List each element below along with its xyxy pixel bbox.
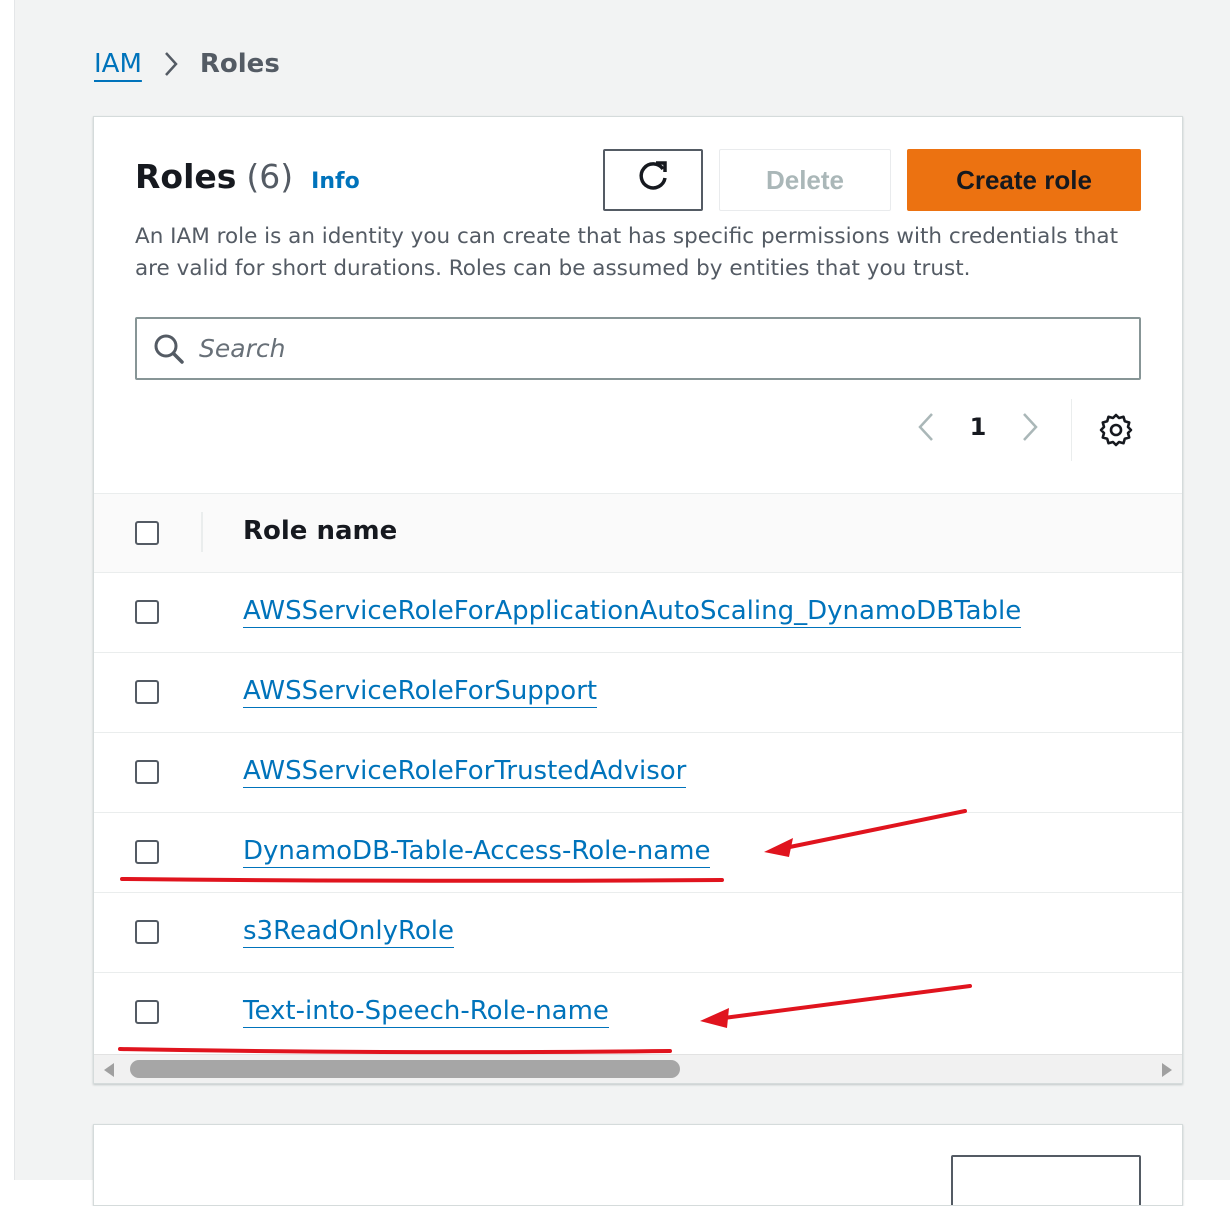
row-checkbox[interactable]: [135, 600, 159, 624]
search-box: [135, 317, 1141, 380]
table-row: AWSServiceRoleForApplicationAutoScaling_…: [94, 573, 1182, 653]
row-checkbox[interactable]: [135, 760, 159, 784]
roles-table: Role name AWSServiceRoleForApplicationAu…: [94, 493, 1182, 1052]
role-name-link[interactable]: AWSServiceRoleForTrustedAdvisor: [243, 755, 687, 788]
column-header-role-name[interactable]: Role name: [243, 516, 397, 546]
scroll-left-arrow-icon[interactable]: [104, 1062, 116, 1081]
table-row: Text-into-Speech-Role-name: [94, 973, 1182, 1052]
title-text: Roles: [135, 157, 237, 196]
info-link[interactable]: Info: [311, 169, 360, 194]
breadcrumb-current: Roles: [199, 49, 280, 79]
table-header: Role name: [94, 493, 1182, 573]
role-name-link[interactable]: AWSServiceRoleForSupport: [243, 675, 598, 708]
select-all-checkbox[interactable]: [135, 521, 159, 545]
page-title: Roles (6) Info: [135, 157, 360, 196]
row-checkbox[interactable]: [135, 920, 159, 944]
role-name-link[interactable]: DynamoDB-Table-Access-Role-name: [243, 835, 711, 868]
role-name-link[interactable]: AWSServiceRoleForApplicationAutoScaling_…: [243, 595, 1022, 628]
roles-panel: Roles (6) Info Delete Create role An IAM…: [93, 116, 1183, 1084]
gear-icon[interactable]: [1094, 408, 1138, 452]
horizontal-scrollbar[interactable]: [94, 1054, 1182, 1083]
breadcrumb-iam-link[interactable]: IAM: [94, 49, 142, 79]
pager-divider: [1071, 399, 1072, 461]
roles-count: (6): [246, 157, 294, 196]
pagination: 1: [904, 397, 1052, 457]
delete-button[interactable]: Delete: [719, 149, 891, 211]
chevron-left-icon: [918, 413, 933, 441]
column-divider: [201, 512, 203, 552]
previous-page-button[interactable]: [904, 405, 948, 449]
refresh-icon: [635, 159, 671, 202]
chevron-right-icon: [158, 51, 184, 77]
table-row: DynamoDB-Table-Access-Role-name: [94, 813, 1182, 893]
scrollbar-thumb[interactable]: [130, 1060, 680, 1078]
row-checkbox[interactable]: [135, 680, 159, 704]
create-role-button[interactable]: Create role: [907, 149, 1141, 211]
search-input[interactable]: [197, 322, 1139, 375]
next-page-button[interactable]: [1008, 405, 1052, 449]
row-checkbox[interactable]: [135, 1000, 159, 1024]
row-checkbox[interactable]: [135, 840, 159, 864]
table-row: AWSServiceRoleForTrustedAdvisor: [94, 733, 1182, 813]
breadcrumb: IAM Roles: [94, 44, 280, 84]
page-description: An IAM role is an identity you can creat…: [135, 224, 1119, 281]
chevron-right-icon: [1023, 413, 1038, 441]
next-panel-partial: [93, 1124, 1183, 1206]
table-row: s3ReadOnlyRole: [94, 893, 1182, 973]
current-page-number[interactable]: 1: [948, 413, 1008, 441]
refresh-button[interactable]: [603, 149, 703, 211]
scroll-right-arrow-icon[interactable]: [1160, 1062, 1172, 1081]
role-name-link[interactable]: Text-into-Speech-Role-name: [243, 995, 609, 1028]
role-name-link[interactable]: s3ReadOnlyRole: [243, 915, 454, 948]
search-icon: [151, 331, 187, 367]
table-row: AWSServiceRoleForSupport: [94, 653, 1182, 733]
next-panel-button[interactable]: [951, 1155, 1141, 1205]
